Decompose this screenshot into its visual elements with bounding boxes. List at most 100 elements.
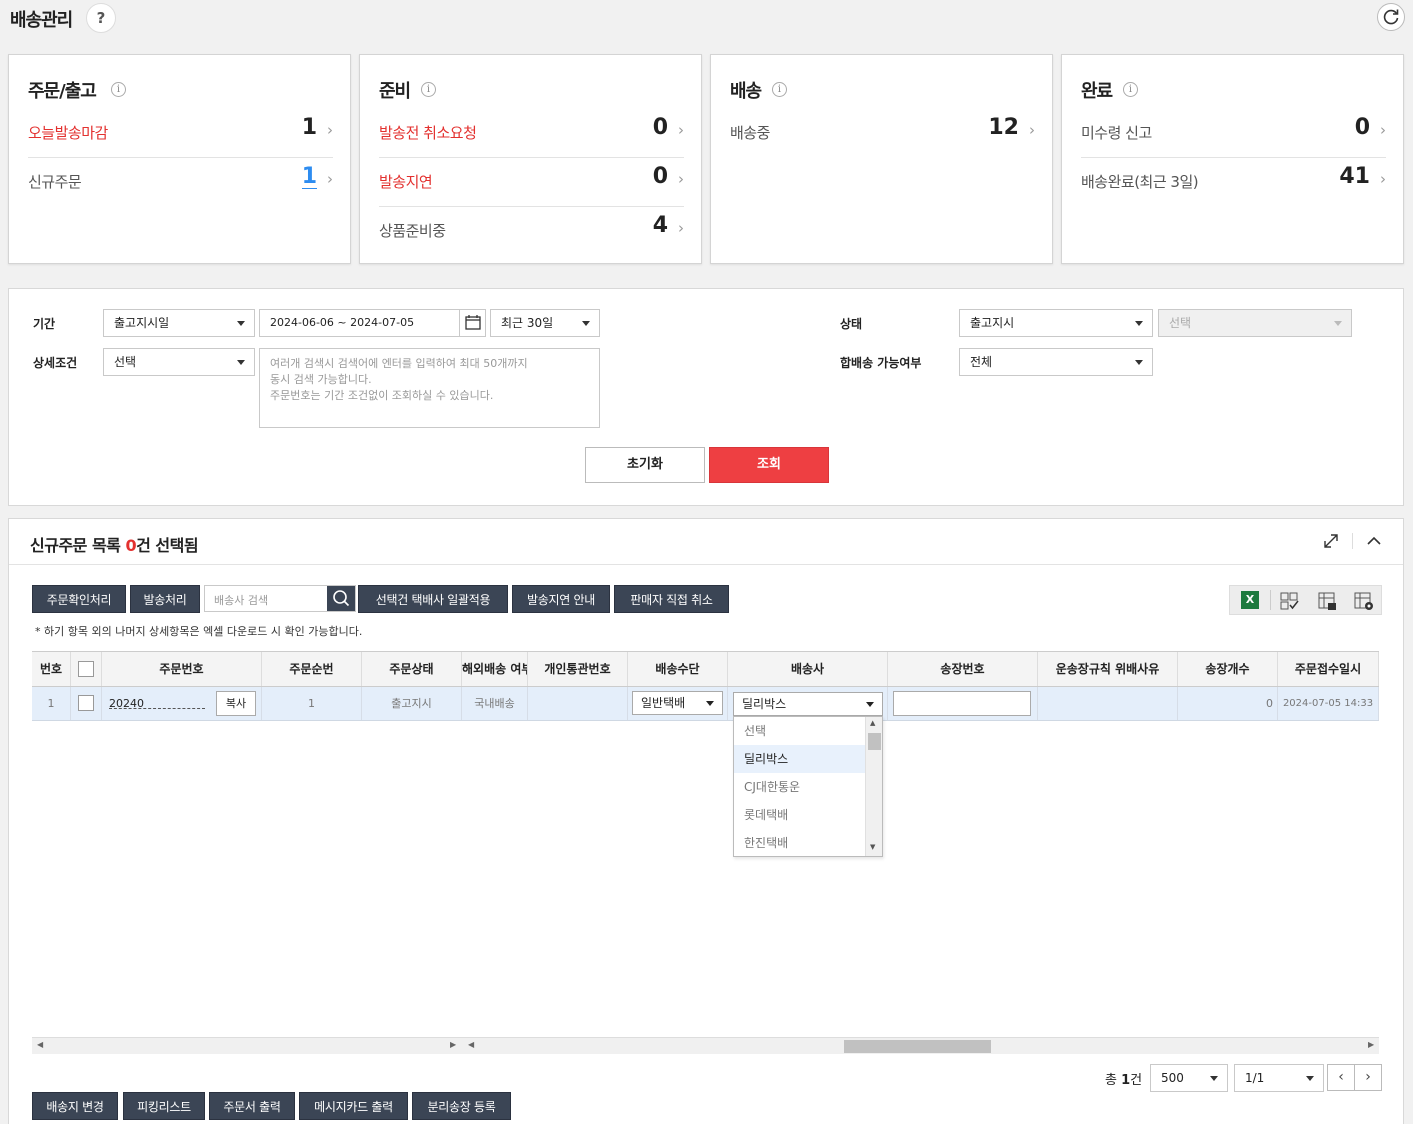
scroll-down-icon[interactable]: ▼ bbox=[870, 843, 875, 851]
total-suffix: 건 bbox=[1130, 1073, 1143, 1088]
courier-option[interactable]: 롯데택배 bbox=[734, 801, 865, 829]
caret-down-icon bbox=[237, 360, 245, 365]
print-message-card-button[interactable]: 메시지카드 출력 bbox=[299, 1092, 408, 1120]
prev-page-button[interactable]: ‹ bbox=[1327, 1064, 1355, 1091]
scroll-thumb[interactable] bbox=[844, 1040, 991, 1053]
cell-received-at: 2024-07-05 14:33 bbox=[1278, 687, 1379, 720]
card-row-count[interactable]: 1 bbox=[302, 115, 317, 140]
card-row-preparing[interactable]: 상품준비중 4 › bbox=[379, 207, 684, 256]
detail-search-textarea[interactable]: 여러개 검색시 검색어에 엔터를 입력하여 최대 50개까지 동시 검색 가능합… bbox=[259, 348, 600, 428]
col-invoice-no: 송장번호 bbox=[888, 652, 1038, 686]
picking-list-button[interactable]: 피킹리스트 bbox=[123, 1092, 205, 1120]
table-row[interactable]: 1 20240 복사 1 출고지시 국내배송 일반택배 딜리박스 0 2024-… bbox=[32, 687, 1379, 721]
card-title: 주문/출고 bbox=[28, 81, 97, 102]
apply-courier-button[interactable]: 선택건 택배사 일괄적용 bbox=[358, 585, 508, 613]
confirm-order-button[interactable]: 주문확인처리 bbox=[32, 585, 126, 613]
refresh-icon bbox=[1383, 9, 1399, 25]
info-icon[interactable]: i bbox=[111, 82, 126, 97]
col-order-no: 주문번호 bbox=[102, 652, 262, 686]
card-row-count[interactable]: 4 bbox=[653, 213, 668, 238]
info-icon[interactable]: i bbox=[1123, 82, 1138, 97]
delivery-method-select[interactable]: 일반택배 bbox=[632, 691, 723, 715]
recent-period-select[interactable]: 최근 30일 bbox=[490, 309, 600, 337]
card-row-label: 신규주문 bbox=[28, 173, 82, 191]
combined-shipping-select[interactable]: 전체 bbox=[959, 348, 1153, 376]
card-row-not-received[interactable]: 미수령 신고 0 › bbox=[1081, 109, 1386, 158]
copy-button[interactable]: 복사 bbox=[216, 691, 256, 716]
scroll-thumb[interactable] bbox=[868, 733, 881, 750]
search-button[interactable]: 조회 bbox=[709, 447, 829, 483]
change-address-button[interactable]: 배송지 변경 bbox=[32, 1092, 118, 1120]
card-row-delivered[interactable]: 배송완료(최근 3일) 41 › bbox=[1081, 158, 1386, 207]
chevron-right-icon: › bbox=[678, 219, 684, 237]
card-row-new-orders[interactable]: 신규주문 1 › bbox=[28, 158, 333, 207]
row-checkbox[interactable] bbox=[78, 695, 94, 711]
dropdown-scrollbar[interactable]: ▲ ▼ bbox=[865, 717, 882, 856]
detail-select[interactable]: 선택 bbox=[103, 348, 255, 376]
cell-invoice-no bbox=[888, 687, 1038, 720]
card-row-cancel-request[interactable]: 발송전 취소요청 0 › bbox=[379, 109, 684, 158]
print-order-button[interactable]: 주문서 출력 bbox=[209, 1092, 295, 1120]
column-select-icon[interactable] bbox=[1279, 591, 1299, 614]
chevron-right-icon: › bbox=[327, 121, 333, 139]
calendar-icon[interactable] bbox=[459, 310, 485, 336]
column-lock-icon[interactable] bbox=[1317, 591, 1337, 614]
help-button[interactable]: ? bbox=[86, 3, 116, 33]
split-invoice-button[interactable]: 분리송장 등록 bbox=[412, 1092, 511, 1120]
delay-notice-button[interactable]: 발송지연 안내 bbox=[512, 585, 610, 613]
status-label: 상태 bbox=[840, 317, 863, 331]
courier-search-input[interactable]: 배송사 검색 bbox=[204, 585, 356, 612]
scroll-right-icon[interactable]: ▶ bbox=[450, 1040, 456, 1049]
excel-download-icon[interactable]: X bbox=[1241, 591, 1259, 609]
card-complete: 완료 i 미수령 신고 0 › 배송완료(최근 3일) 41 › bbox=[1061, 54, 1404, 264]
card-row-today-deadline[interactable]: 오늘발송마감 1 › bbox=[28, 109, 333, 158]
courier-option[interactable]: 선택 bbox=[734, 717, 865, 745]
courier-option[interactable]: CJ대한통운 bbox=[734, 773, 865, 801]
scroll-up-icon[interactable]: ▲ bbox=[870, 719, 875, 727]
scroll-right-icon[interactable]: ▶ bbox=[1368, 1040, 1374, 1049]
courier-option-selected[interactable]: 딜리박스 bbox=[734, 745, 865, 773]
card-row-delayed[interactable]: 발송지연 0 › bbox=[379, 158, 684, 207]
status-select[interactable]: 출고지시 bbox=[959, 309, 1153, 337]
card-title: 배송 bbox=[730, 81, 762, 102]
info-icon[interactable]: i bbox=[421, 82, 436, 97]
scroll-left-icon[interactable]: ◀ bbox=[468, 1040, 474, 1049]
next-page-button[interactable]: › bbox=[1354, 1064, 1382, 1091]
info-icon[interactable]: i bbox=[772, 82, 787, 97]
card-row-count[interactable]: 0 bbox=[653, 164, 668, 189]
horizontal-scrollbar[interactable]: ◀ ▶ ◀ ▶ bbox=[32, 1037, 1379, 1054]
invoice-no-input[interactable] bbox=[893, 691, 1031, 716]
col-select-all[interactable] bbox=[71, 652, 102, 686]
grid-settings-icon[interactable] bbox=[1353, 591, 1375, 614]
date-range-input[interactable]: 2024-06-06 ~ 2024-07-05 bbox=[259, 309, 486, 337]
total-number: 1 bbox=[1121, 1073, 1131, 1088]
page-size-select[interactable]: 500 bbox=[1150, 1064, 1228, 1092]
cell-violation-reason bbox=[1038, 687, 1178, 720]
ship-button[interactable]: 발송처리 bbox=[130, 585, 200, 613]
order-no-link[interactable]: 20240 bbox=[109, 687, 144, 720]
card-row-count[interactable]: 41 bbox=[1339, 164, 1370, 189]
period-type-select[interactable]: 출고지시일 bbox=[103, 309, 255, 337]
col-overseas: 해외배송 여부 bbox=[462, 652, 528, 686]
seller-cancel-button[interactable]: 판매자 직접 취소 bbox=[614, 585, 729, 613]
card-row-count[interactable]: 1 bbox=[301, 166, 317, 189]
card-row-count[interactable]: 0 bbox=[653, 115, 668, 140]
reset-button[interactable]: 초기화 bbox=[585, 447, 705, 483]
refresh-button[interactable] bbox=[1377, 3, 1405, 31]
collapse-icon[interactable] bbox=[1365, 532, 1383, 553]
search-icon[interactable] bbox=[327, 586, 355, 611]
divider bbox=[9, 564, 1403, 565]
card-row-in-transit[interactable]: 배송중 12 › bbox=[730, 109, 1035, 158]
order-no-underline bbox=[109, 708, 205, 709]
expand-icon[interactable] bbox=[1322, 532, 1340, 553]
delivery-method-value: 일반택배 bbox=[641, 696, 686, 710]
scroll-left-icon[interactable]: ◀ bbox=[37, 1040, 43, 1049]
card-row-count[interactable]: 0 bbox=[1355, 115, 1370, 140]
cell-checkbox[interactable] bbox=[71, 687, 102, 720]
cell-invoice-count: 0 bbox=[1178, 687, 1278, 720]
select-all-checkbox[interactable] bbox=[78, 661, 94, 677]
card-row-count[interactable]: 12 bbox=[988, 115, 1019, 140]
courier-select[interactable]: 딜리박스 bbox=[733, 692, 883, 716]
page-select[interactable]: 1/1 bbox=[1234, 1064, 1324, 1092]
courier-option[interactable]: 한진택배 bbox=[734, 829, 865, 857]
